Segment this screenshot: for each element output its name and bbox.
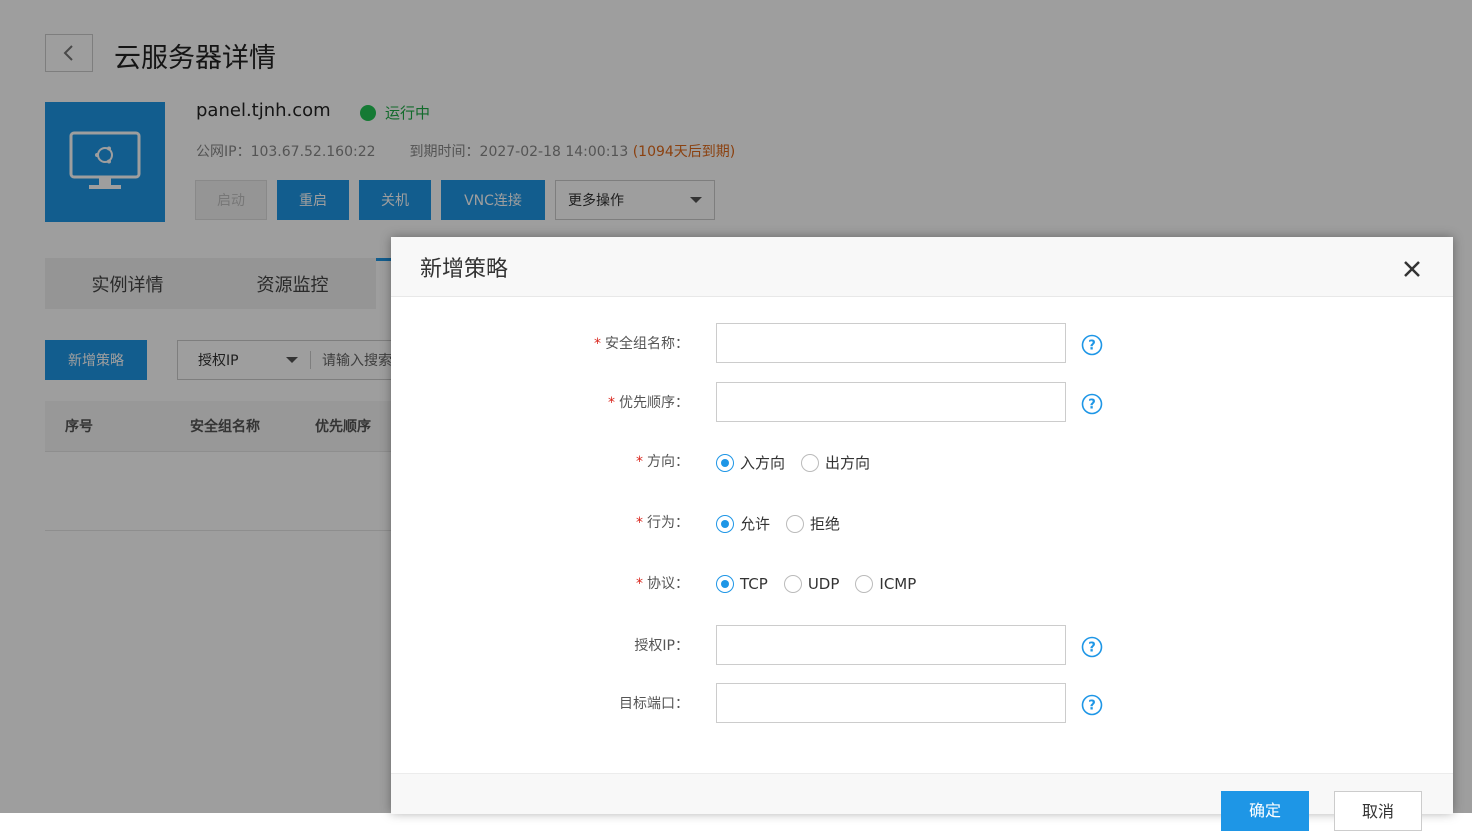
protocol-tcp-radio[interactable]: TCP <box>716 575 768 593</box>
action-label: * 行为： <box>636 515 689 531</box>
name-label: * 安全组名称： <box>594 336 689 352</box>
direction-outbound-radio[interactable]: 出方向 <box>801 452 870 473</box>
protocol-label: * 协议： <box>636 576 689 592</box>
action-radio-group: 允许 拒绝 <box>716 513 856 534</box>
help-icon[interactable]: ? <box>1081 393 1103 415</box>
priority-label: * 优先顺序： <box>608 395 689 411</box>
auth-ip-label: 授权IP： <box>634 638 689 654</box>
modal-title: 新增策略 <box>420 257 509 282</box>
add-policy-modal: 新增策略 * 安全组名称： ? * 优先顺序： ? * 方向： 入方向 出方向 * 行为… <box>391 237 1453 831</box>
modal-footer: 确定 取消 <box>391 773 1453 831</box>
cancel-button[interactable]: 取消 <box>1334 791 1422 831</box>
target-port-label: 目标端口： <box>619 696 689 712</box>
direction-radio-group: 入方向 出方向 <box>716 452 886 473</box>
modal-header: 新增策略 <box>391 237 1453 297</box>
help-icon[interactable]: ? <box>1081 636 1103 658</box>
svg-text:?: ? <box>1088 699 1096 714</box>
protocol-radio-group: TCP UDP ICMP <box>716 575 932 593</box>
protocol-udp-radio[interactable]: UDP <box>783 575 839 593</box>
help-icon[interactable]: ? <box>1081 334 1103 356</box>
close-icon[interactable] <box>1400 257 1424 281</box>
svg-text:?: ? <box>1088 641 1096 656</box>
action-deny-radio[interactable]: 拒绝 <box>786 513 840 534</box>
action-allow-radio[interactable]: 允许 <box>716 513 770 534</box>
name-input[interactable] <box>716 323 1066 363</box>
help-icon[interactable]: ? <box>1081 694 1103 716</box>
svg-text:?: ? <box>1088 339 1096 354</box>
svg-text:?: ? <box>1088 398 1096 413</box>
priority-input[interactable] <box>716 382 1066 422</box>
target-port-input[interactable] <box>716 683 1066 723</box>
auth-ip-input[interactable] <box>716 625 1066 665</box>
protocol-icmp-radio[interactable]: ICMP <box>855 575 916 593</box>
direction-label: * 方向： <box>636 454 689 470</box>
confirm-button[interactable]: 确定 <box>1221 791 1309 831</box>
direction-inbound-radio[interactable]: 入方向 <box>716 452 785 473</box>
